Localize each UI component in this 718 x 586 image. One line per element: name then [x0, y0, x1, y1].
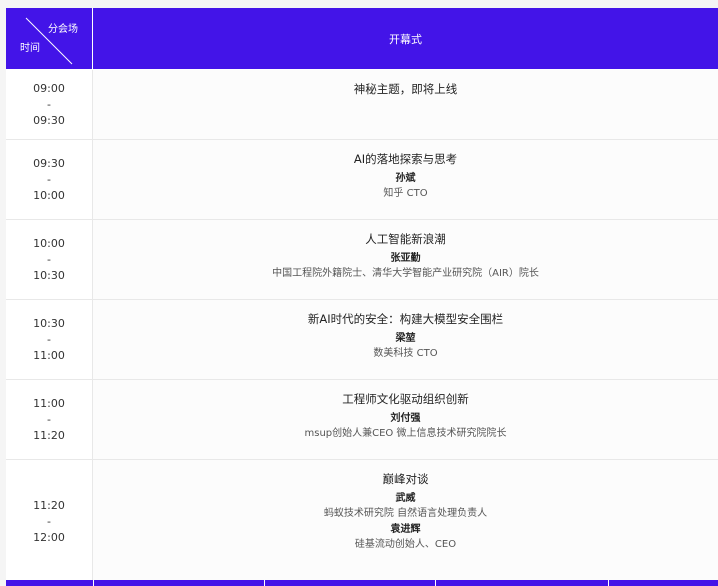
speaker-affiliation: 知乎 CTO [383, 188, 428, 199]
speaker-affiliation: 硅基流动创始人、CEO [354, 539, 457, 550]
speaker-affiliation: msup创始人兼CEO 微上信息技术研究院院长 [304, 428, 507, 439]
track-header: 开幕式 [389, 32, 422, 46]
time-sep: - [47, 514, 51, 528]
speaker-affiliation: 中国工程院外籍院士、清华大学智能产业研究院（AIR）院长 [272, 268, 539, 279]
venue-header-label: 分会场 [48, 24, 78, 35]
time-cell: 11:00 - 11:20 [6, 380, 93, 459]
time-start: 10:00 [33, 236, 65, 250]
talk-title[interactable]: 新AI时代的安全：构建大模型安全围栏 [308, 311, 503, 327]
session-cell: 人工智能新浪潮张亚勤中国工程院外籍院士、清华大学智能产业研究院（AIR）院长 [93, 220, 718, 299]
time-cell: 10:00 - 10:30 [6, 220, 93, 299]
footer-cell [94, 580, 265, 586]
time-end: 11:00 [33, 348, 65, 362]
footer-header-bar [6, 580, 718, 586]
session-cell: 新AI时代的安全：构建大模型安全围栏梁堃数美科技 CTO [93, 300, 718, 379]
talk-title[interactable]: 巅峰对谈 [383, 471, 429, 487]
time-sep: - [47, 97, 51, 111]
time-end: 11:20 [33, 428, 65, 442]
speaker-name: 刘付强 [390, 413, 421, 424]
time-start: 09:00 [33, 81, 65, 95]
time-end: 12:00 [33, 530, 65, 544]
time-start: 10:30 [33, 316, 65, 330]
speaker-name: 武威 [395, 493, 416, 504]
footer-cell [436, 580, 609, 586]
speaker-name: 袁进辉 [390, 524, 421, 535]
table-header: 分会场 时间 开幕式 [6, 8, 718, 70]
time-cell: 11:20 - 12:00 [6, 460, 93, 583]
time-header-label: 时间 [20, 43, 40, 54]
session-cell: AI的落地探索与思考孙斌知乎 CTO [93, 140, 718, 219]
time-end: 10:00 [33, 188, 65, 202]
speaker-affiliation: 数美科技 CTO [373, 348, 438, 359]
time-start: 11:20 [33, 498, 65, 512]
time-start: 11:00 [33, 396, 65, 410]
schedule-row: 11:00 - 11:20 工程师文化驱动组织创新刘付强 msup创始人兼CEO 微上信… [6, 380, 718, 460]
speaker-name: 孙斌 [395, 173, 416, 184]
time-sep: - [47, 412, 51, 426]
header-corner-cell: 分会场 时间 [6, 8, 93, 69]
time-end: 09:30 [33, 113, 65, 127]
session-cell: 神秘主题，即将上线 [93, 70, 718, 139]
time-end: 10:30 [33, 268, 65, 282]
time-cell: 09:30 - 10:00 [6, 140, 93, 219]
speaker-name: 梁堃 [395, 333, 416, 344]
talk-title[interactable]: 工程师文化驱动组织创新 [342, 391, 469, 407]
footer-cell [6, 580, 94, 586]
schedule-row: 10:30 - 11:00 新AI时代的安全：构建大模型安全围栏梁堃数美科技 CTO [6, 300, 718, 380]
schedule-row: 11:20 - 12:00 巅峰对谈武威蚂蚁技术研究院 自然语言处理负责人 袁进辉硅基流… [6, 460, 718, 584]
diagonal-divider-icon [25, 17, 73, 65]
time-cell: 10:30 - 11:00 [6, 300, 93, 379]
schedule-row: 09:00 - 09:30 神秘主题，即将上线 [6, 70, 718, 140]
speaker-affiliation: 蚂蚁技术研究院 自然语言处理负责人 [323, 508, 488, 519]
schedule-row: 10:00 - 10:30 人工智能新浪潮张亚勤中国工程院外籍院士、清华大学智能产业研… [6, 220, 718, 300]
schedule-row: 09:30 - 10:00 AI的落地探索与思考孙斌知乎 CTO [6, 140, 718, 220]
time-sep: - [47, 252, 51, 266]
session-cell: 工程师文化驱动组织创新刘付强 msup创始人兼CEO 微上信息技术研究院院长 [93, 380, 718, 459]
time-cell: 09:00 - 09:30 [6, 70, 93, 139]
talk-title[interactable]: AI的落地探索与思考 [354, 151, 457, 167]
time-sep: - [47, 332, 51, 346]
session-cell: 巅峰对谈武威蚂蚁技术研究院 自然语言处理负责人 袁进辉硅基流动创始人、CEO [93, 460, 718, 583]
time-start: 09:30 [33, 156, 65, 170]
footer-cell [265, 580, 436, 586]
speaker-name: 张亚勤 [390, 253, 421, 264]
schedule-table: 分会场 时间 开幕式 09:00-09:30 神秘主题，即将上线 09:30-10:… [0, 0, 718, 586]
time-sep: - [47, 172, 51, 186]
talk-title[interactable]: 神秘主题，即将上线 [354, 81, 458, 97]
talk-title[interactable]: 人工智能新浪潮 [365, 231, 446, 247]
